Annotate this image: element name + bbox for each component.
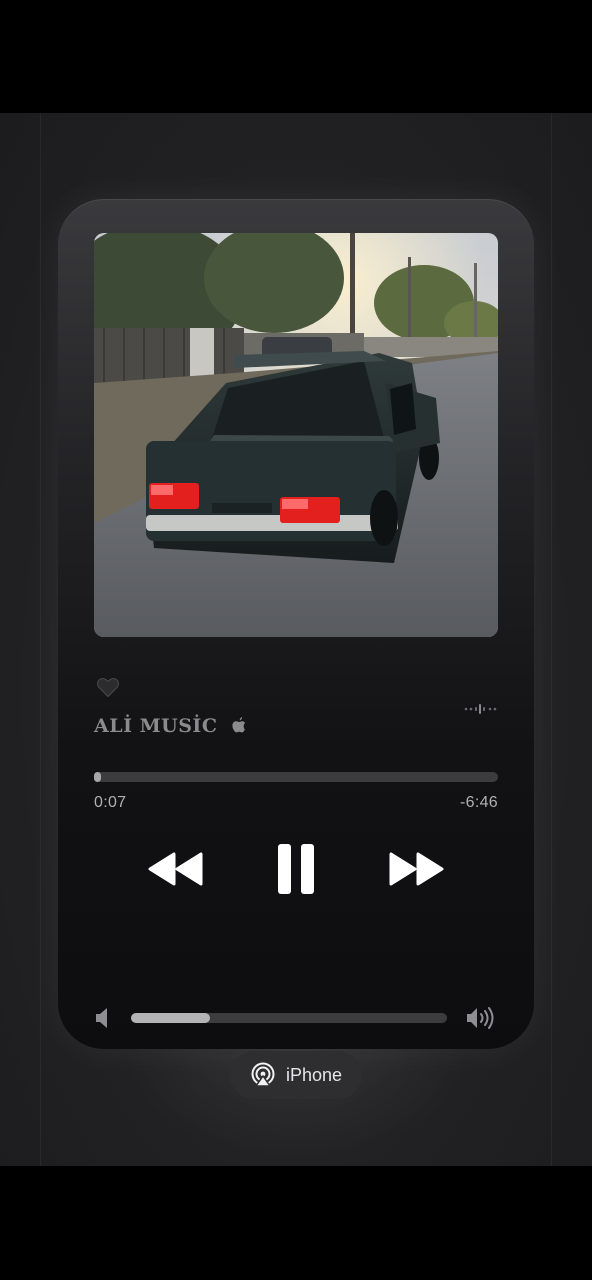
album-artwork <box>94 233 498 637</box>
airplay-output-button[interactable]: iPhone <box>230 1051 362 1099</box>
player-screen: ALİ MUSİC 0:07 -6:46 iPhone <box>0 113 592 1166</box>
airplay-icon <box>251 1062 275 1087</box>
apple-logo-icon <box>232 717 246 733</box>
now-playing-card: ALİ MUSİC 0:07 -6:46 iPhone <box>58 199 534 1099</box>
volume-control <box>94 1001 498 1035</box>
output-device-label: iPhone <box>285 1064 343 1085</box>
transport-controls <box>58 829 534 909</box>
volume-low-icon <box>96 1008 107 1028</box>
rewind-icon <box>148 852 203 886</box>
volume-high-icon <box>467 1007 494 1029</box>
playback-progress-fill <box>94 772 102 782</box>
more-dots-icon[interactable] <box>464 703 498 715</box>
divider <box>40 113 41 1166</box>
divider <box>551 113 552 1166</box>
heart-icon[interactable] <box>96 675 120 699</box>
volume-slider[interactable] <box>131 1013 447 1023</box>
playback-progress-bar[interactable] <box>94 772 498 782</box>
volume-slider-fill <box>131 1013 210 1023</box>
rewind-button[interactable] <box>144 829 208 909</box>
track-info: ALİ MUSİC <box>94 711 247 741</box>
pause-button[interactable] <box>266 829 326 909</box>
artist-title: ALİ MUSİC <box>94 715 218 737</box>
remaining-time: -6:46 <box>460 794 498 811</box>
pause-icon <box>278 844 314 894</box>
fast-forward-button[interactable] <box>384 829 448 909</box>
elapsed-time: 0:07 <box>94 794 127 811</box>
fast-forward-icon <box>389 852 444 886</box>
